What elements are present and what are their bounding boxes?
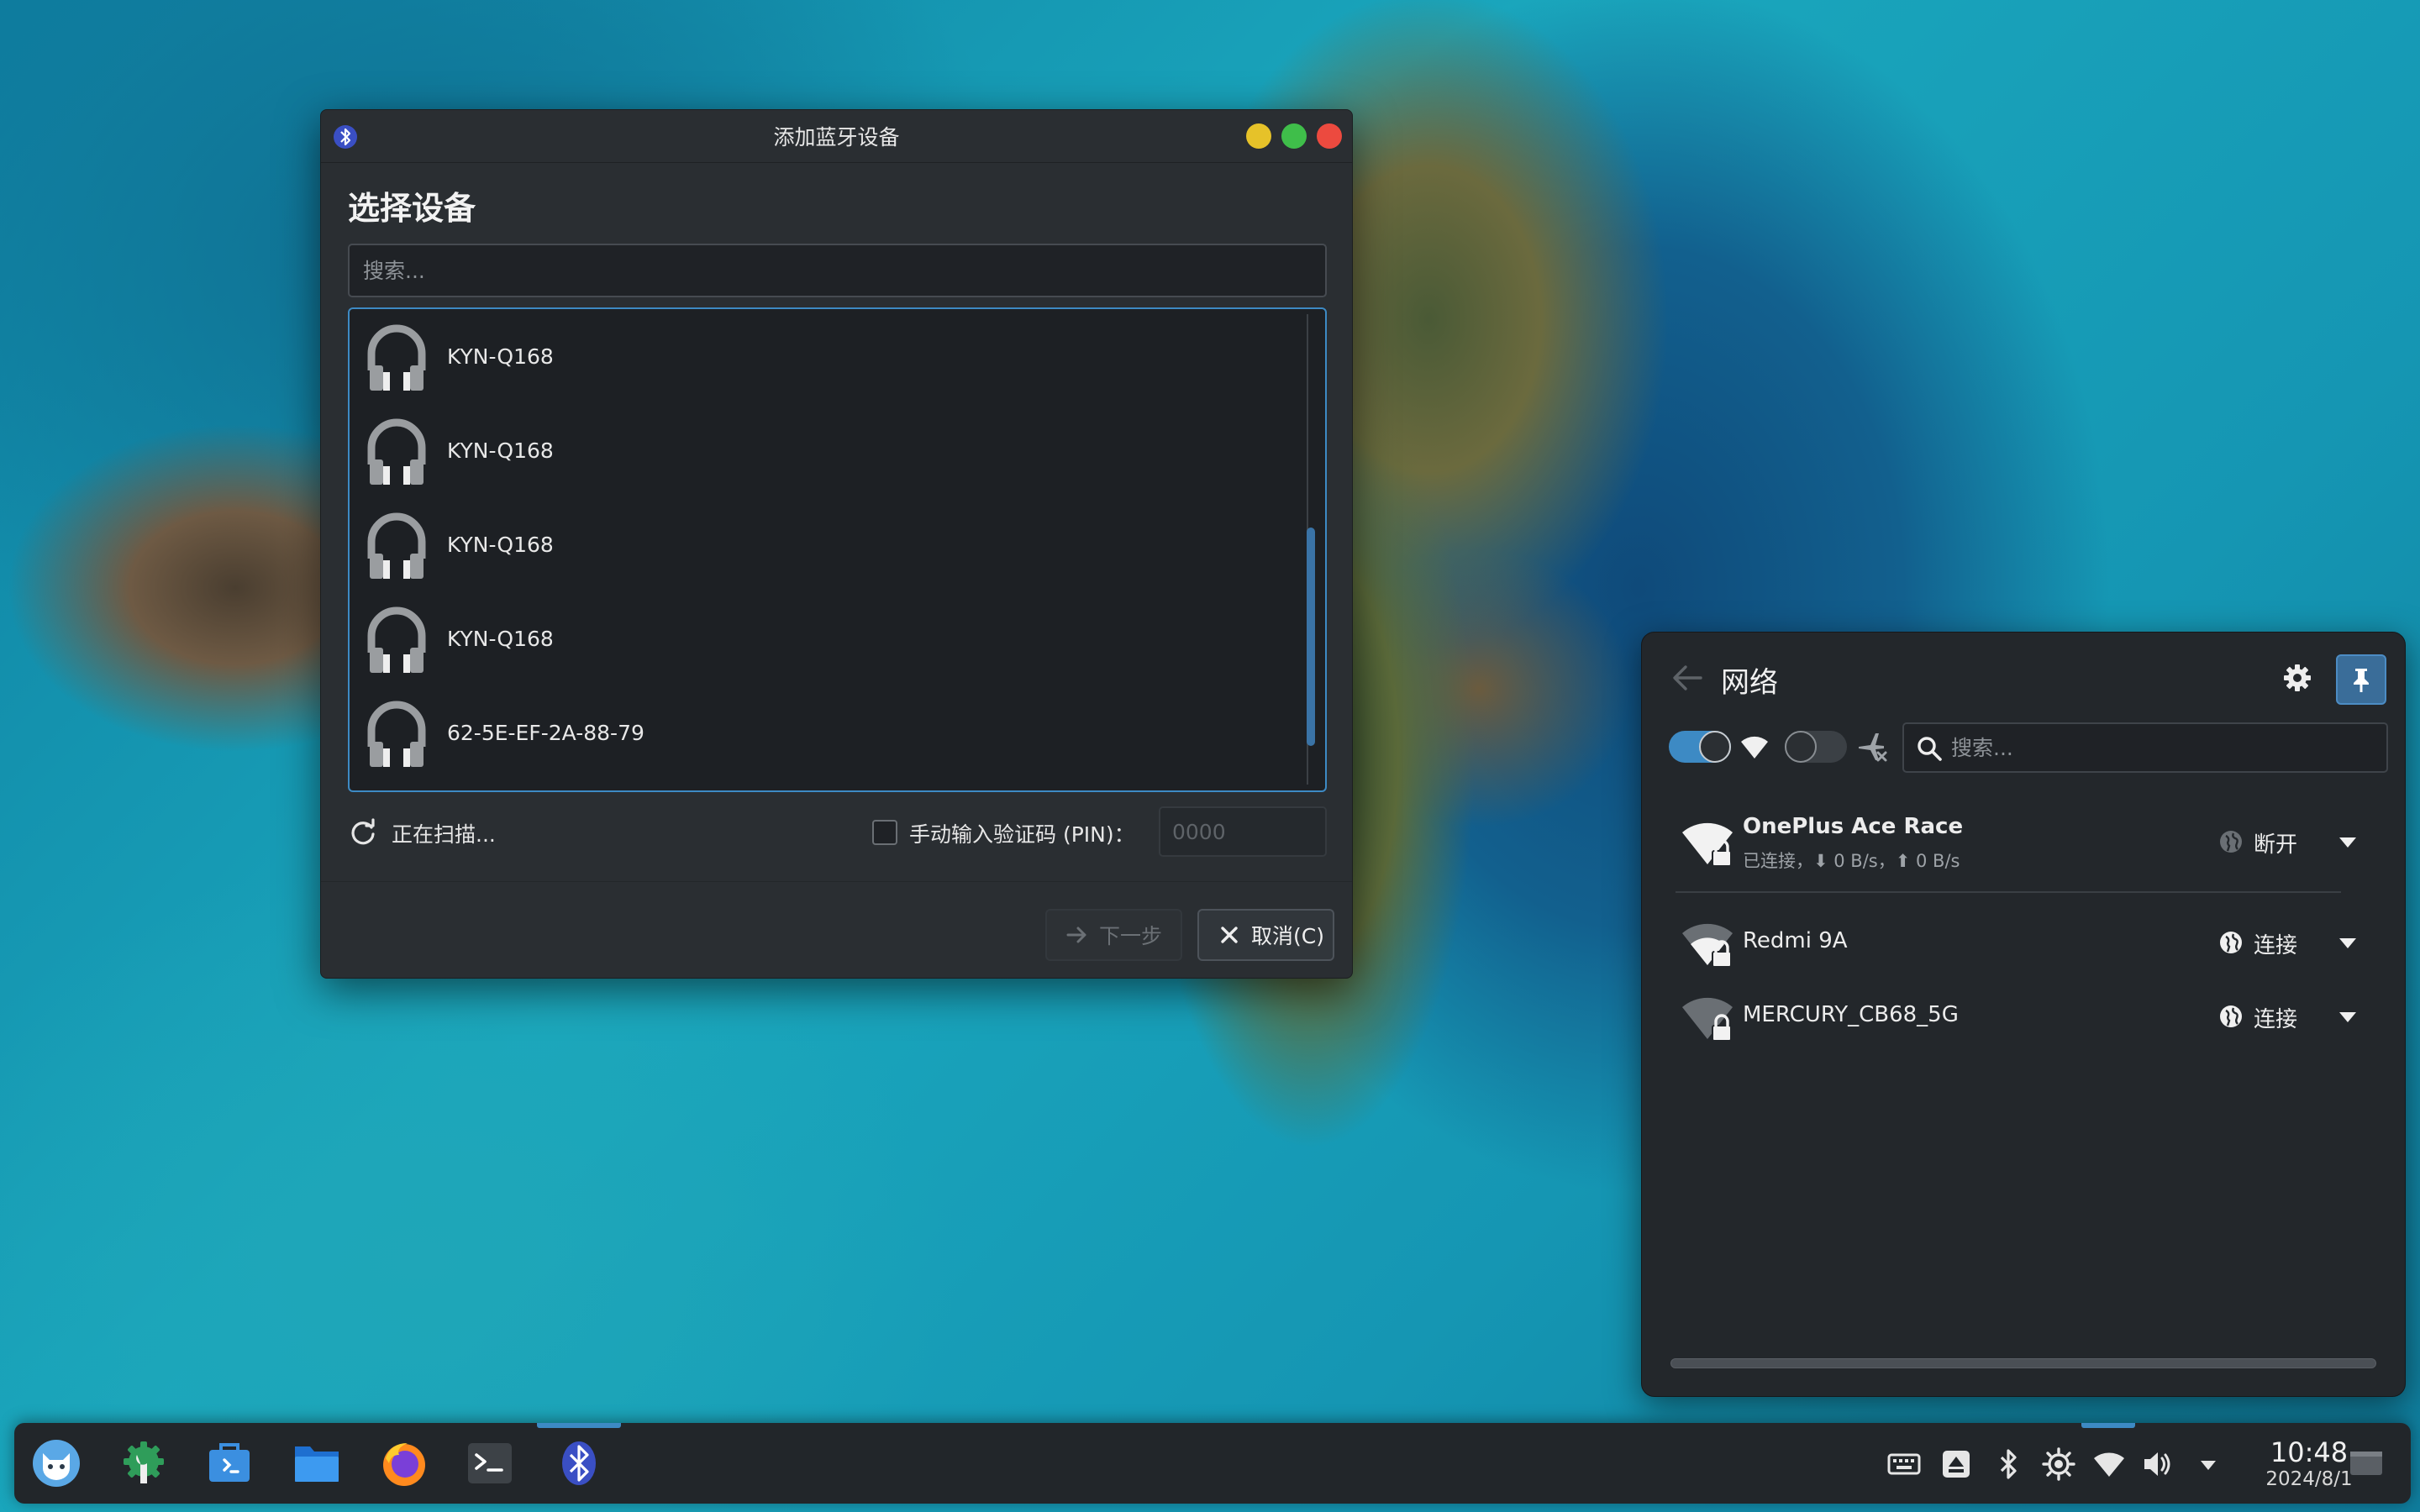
headphones-icon — [367, 512, 426, 579]
connection-status: 已连接，⬇ 0 B/s，⬆ 0 B/s — [1743, 851, 1960, 871]
maximize-button[interactable] — [1281, 123, 1307, 149]
close-button[interactable] — [1317, 123, 1342, 149]
file-manager-icon[interactable] — [292, 1438, 342, 1488]
keyboard-icon[interactable] — [1886, 1446, 1922, 1482]
pin-input[interactable] — [1159, 806, 1327, 857]
connect-button[interactable]: 连接 — [2254, 928, 2297, 959]
tray-expand-icon[interactable] — [2191, 1446, 2226, 1482]
close-icon — [1221, 927, 1238, 943]
device-name: KYN-Q168 — [447, 344, 554, 369]
horizontal-scrollbar[interactable] — [1670, 1358, 2376, 1368]
divider — [1676, 891, 2341, 893]
device-search-input[interactable] — [348, 244, 1327, 297]
show-desktop-icon[interactable] — [2349, 1446, 2384, 1480]
pin-panel-button[interactable] — [2336, 654, 2386, 705]
wifi-icon — [1741, 736, 1768, 759]
network-name: Redmi 9A — [1743, 928, 1848, 953]
bluetooth-icon[interactable] — [1991, 1446, 2026, 1482]
headphones-icon — [367, 324, 426, 391]
eject-icon[interactable] — [1939, 1446, 1974, 1482]
bluetooth-icon — [334, 125, 357, 149]
headphones-icon — [367, 701, 426, 767]
globe-icon — [2220, 1005, 2242, 1027]
network-panel: 网络 搜索... OnePlus Ace Race 已连接，⬇ 0 B/s，⬆ … — [1641, 632, 2406, 1397]
volume-icon[interactable] — [2140, 1446, 2175, 1482]
globe-icon — [2220, 932, 2242, 953]
page-title: 选择设备 — [348, 190, 476, 227]
store-icon[interactable] — [204, 1438, 255, 1488]
next-button[interactable]: 下一步 — [1045, 909, 1182, 961]
globe-icon — [2220, 831, 2242, 853]
device-list-item[interactable]: KYN-Q168 — [350, 591, 1282, 685]
settings-app-icon[interactable] — [118, 1438, 169, 1488]
add-bluetooth-device-window: 添加蓝牙设备 选择设备 KYN-Q168 — [320, 109, 1353, 979]
manual-pin-label[interactable]: 手动输入验证码 (PIN)： — [909, 818, 1135, 848]
cancel-button[interactable]: 取消(C) — [1197, 909, 1334, 961]
airplane-mode-icon — [1859, 733, 1887, 762]
window-title: 添加蓝牙设备 — [773, 125, 900, 150]
next-button-label: 下一步 — [1099, 924, 1163, 948]
pin-icon — [2354, 669, 2369, 692]
chevron-down-icon[interactable] — [2338, 1009, 2358, 1026]
device-name: KYN-Q168 — [447, 438, 554, 463]
wifi-toggle[interactable] — [1669, 731, 1731, 763]
scrollbar-thumb[interactable] — [1307, 528, 1315, 746]
search-icon — [1918, 737, 1942, 761]
network-name: MERCURY_CB68_5G — [1743, 1002, 1959, 1027]
network-list-item[interactable]: MERCURY_CB68_5G 连接 — [1642, 984, 2405, 1051]
minimize-button[interactable] — [1246, 123, 1271, 149]
device-list-item[interactable]: 62-5E-EF-2A-88-79 — [350, 685, 1282, 780]
titlebar[interactable]: 添加蓝牙设备 — [321, 110, 1352, 163]
device-name: KYN-Q168 — [447, 532, 554, 557]
disconnect-button[interactable]: 断开 — [2254, 827, 2297, 858]
window-controls — [1246, 123, 1342, 149]
network-list-item[interactable]: Redmi 9A 连接 — [1642, 910, 2405, 977]
connect-button[interactable]: 连接 — [2254, 1002, 2297, 1033]
active-tray-indicator — [2081, 1423, 2135, 1428]
toggle-knob — [1699, 731, 1731, 763]
wifi-icon[interactable] — [2091, 1446, 2127, 1482]
brightness-icon[interactable] — [2041, 1446, 2076, 1482]
active-app-indicator — [537, 1423, 621, 1428]
launcher-icon[interactable] — [31, 1438, 82, 1488]
network-search-input[interactable] — [1951, 724, 2371, 771]
headphones-icon — [367, 418, 426, 485]
taskbar: 10:48 2024/8/1 — [14, 1423, 2411, 1504]
device-list-item[interactable]: KYN-Q168 — [350, 309, 1282, 403]
panel-title: 网络 — [1721, 666, 1778, 700]
device-list-item[interactable]: KYN-Q168 — [350, 497, 1282, 591]
wifi-locked-icon — [1682, 822, 1733, 867]
network-name: OnePlus Ace Race — [1743, 814, 1964, 839]
headphones-icon — [367, 606, 426, 673]
divider — [321, 881, 1352, 882]
device-name: KYN-Q168 — [447, 626, 554, 651]
device-list-item[interactable]: KYN-Q168 — [350, 403, 1282, 497]
network-list-item[interactable]: OnePlus Ace Race 已连接，⬇ 0 B/s，⬆ 0 B/s 断开 — [1642, 801, 2405, 885]
chevron-down-icon[interactable] — [2338, 834, 2358, 851]
back-arrow-icon[interactable] — [1670, 663, 1704, 693]
device-name: 62-5E-EF-2A-88-79 — [447, 720, 644, 745]
refresh-icon — [351, 818, 375, 845]
scanning-status: 正在扫描... — [392, 822, 496, 847]
terminal-icon[interactable] — [465, 1438, 515, 1488]
bluetooth-app-icon[interactable] — [554, 1438, 604, 1488]
chevron-down-icon[interactable] — [2338, 935, 2358, 952]
firefox-icon[interactable] — [379, 1438, 429, 1488]
airplane-mode-toggle[interactable] — [1785, 731, 1847, 763]
toggle-knob — [1785, 731, 1817, 763]
wifi-locked-icon — [1682, 923, 1733, 968]
device-list[interactable]: KYN-Q168 KYN-Q168 KYN-Q168 KYN-Q168 62-5… — [348, 307, 1327, 792]
cancel-button-label: 取消(C) — [1251, 924, 1324, 948]
gear-icon[interactable] — [2281, 661, 2314, 695]
arrow-right-icon — [1066, 927, 1086, 943]
network-search-box[interactable] — [1902, 722, 2388, 773]
wifi-locked-icon — [1682, 997, 1733, 1042]
manual-pin-checkbox[interactable] — [872, 820, 897, 845]
